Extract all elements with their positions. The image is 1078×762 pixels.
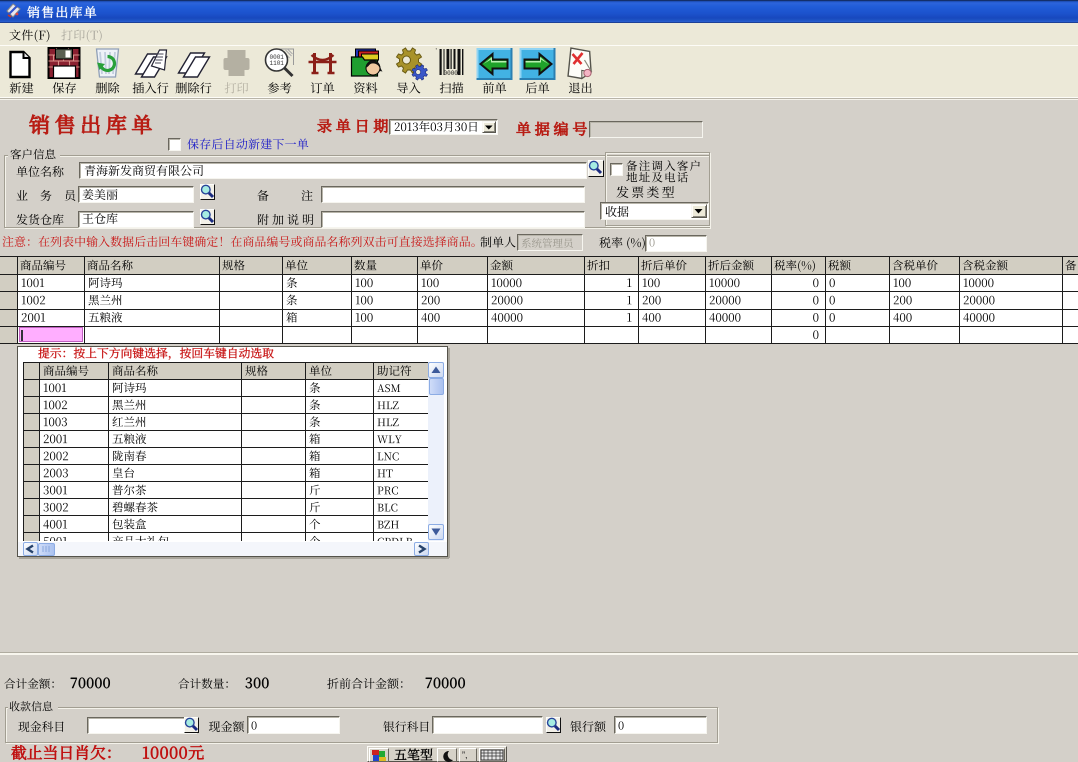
svg-text:0000: 0000	[444, 70, 459, 77]
svg-text:”,: ”,	[462, 750, 468, 760]
svg-text:1101: 1101	[270, 60, 285, 67]
svg-text:': '	[436, 48, 437, 55]
